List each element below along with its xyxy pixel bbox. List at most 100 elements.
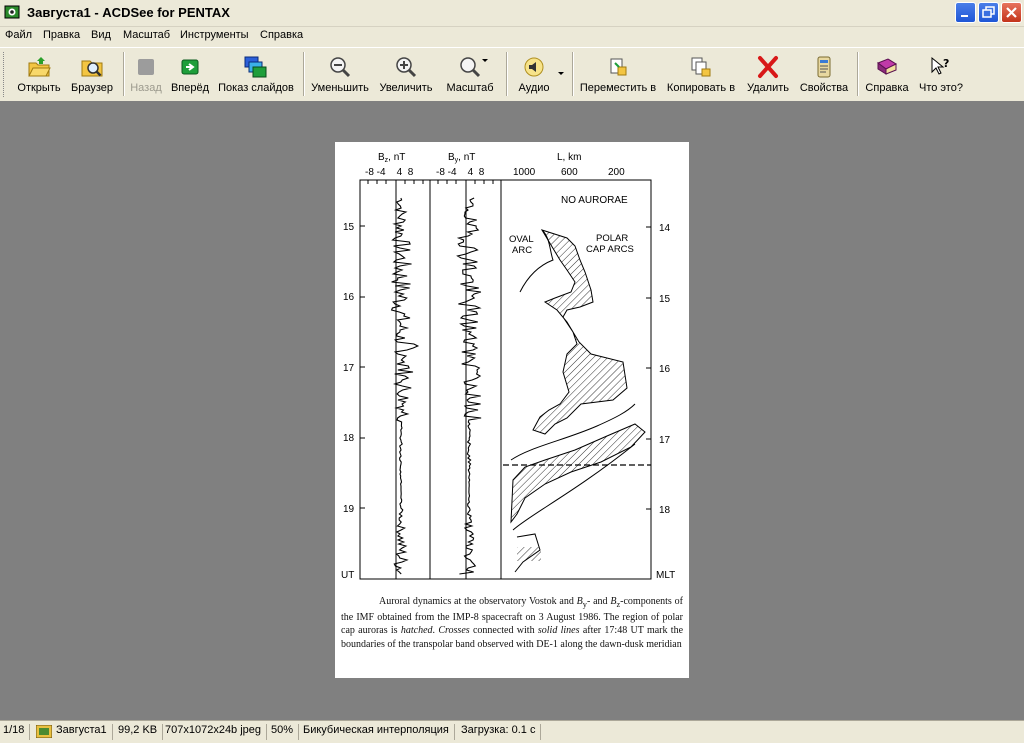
zoom-in-icon (396, 57, 417, 78)
delete-button[interactable]: Удалить (742, 50, 794, 98)
ut-tick-labels: 15 16 17 18 19 (343, 222, 355, 515)
close-button[interactable] (1001, 2, 1022, 23)
slideshow-button[interactable]: Показ слайдов (215, 50, 297, 98)
status-load-time: Загрузка: 0.1 с (461, 724, 542, 740)
slideshow-label: Показ слайдов (218, 82, 294, 94)
forward-arrow-icon (181, 59, 199, 75)
l-axis-title: L, km (557, 152, 581, 163)
polar-cap-label-2: CAP ARCS (586, 244, 634, 255)
forward-button[interactable]: Вперёд (168, 50, 212, 98)
image-viewer[interactable]: Bz, nT By, nT L, km -8 -4 4 8 -8 -4 4 8 … (0, 101, 1024, 720)
menu-edit[interactable]: Правка (43, 29, 80, 41)
ut-tick-15: 15 (343, 222, 355, 233)
menu-view[interactable]: Вид (91, 29, 111, 41)
zoom-out-button[interactable]: Уменьшить (308, 50, 372, 98)
l-tick-1000: 1000 (513, 167, 536, 178)
auroral-figure: Bz, nT By, nT L, km -8 -4 4 8 -8 -4 4 8 … (341, 152, 675, 581)
toolbar-grip[interactable] (3, 52, 7, 97)
back-button[interactable]: Назад (127, 50, 165, 98)
delete-x-icon (758, 56, 778, 78)
no-aurorae-label: NO AURORAE (561, 195, 628, 206)
restore-button[interactable] (978, 2, 999, 23)
status-file-size: 99,2 KB (118, 724, 164, 740)
browser-label: Браузер (71, 82, 113, 94)
whats-this-label: Что это? (919, 82, 963, 94)
properties-label: Свойства (799, 82, 849, 94)
close-icon (1006, 7, 1017, 18)
copy-to-label: Копировать в (666, 82, 736, 94)
scanned-figure-page: Bz, nT By, nT L, km -8 -4 4 8 -8 -4 4 8 … (335, 142, 689, 678)
audio-button[interactable]: Аудио (512, 50, 556, 98)
status-interpolation: Бикубическая интерполяция (303, 724, 455, 740)
forward-label: Вперёд (170, 82, 210, 94)
back-label: Назад (130, 82, 162, 94)
speaker-icon (524, 57, 544, 77)
minimize-button[interactable] (955, 2, 976, 23)
audio-dropdown-icon[interactable] (558, 72, 564, 76)
menu-tools[interactable]: Инструменты (180, 29, 249, 41)
ut-tick-16: 16 (343, 292, 355, 303)
ut-axis-label: UT (341, 570, 354, 581)
l-tick-600: 600 (561, 167, 578, 178)
zoom-in-label: Увеличить (379, 82, 433, 94)
mlt-tick-15: 15 (659, 294, 671, 305)
move-to-button[interactable]: Переместить в (578, 50, 658, 98)
mlt-axis-label: MLT (656, 570, 675, 581)
minimize-icon (961, 15, 968, 17)
help-book-icon (876, 58, 898, 75)
zoom-label: Масштаб (446, 82, 494, 94)
properties-icon (817, 56, 831, 78)
jpeg-file-icon (36, 725, 52, 738)
l-tick-200: 200 (608, 167, 625, 178)
ut-tick-18: 18 (343, 433, 355, 444)
oval-arc-label-2: ARC (512, 245, 532, 256)
slideshow-icon (244, 56, 267, 78)
zoom-out-icon (330, 57, 351, 78)
move-to-label: Переместить в (579, 82, 657, 94)
copy-to-icon (691, 57, 711, 77)
toolbar-separator (857, 52, 859, 96)
delete-label: Удалить (747, 82, 789, 94)
toolbar: Открыть Браузер Назад Вперёд Показ слайд… (0, 47, 1024, 102)
help-button[interactable]: Справка (862, 50, 912, 98)
properties-button[interactable]: Свойства (797, 50, 851, 98)
browser-button[interactable]: Браузер (68, 50, 116, 98)
menu-help[interactable]: Справка (260, 29, 303, 41)
ut-tick-17: 17 (343, 363, 355, 374)
status-dimensions: 707x1072x24b jpeg (165, 724, 268, 740)
menu-bar: Файл Правка Вид Масштаб Инструменты Спра… (0, 27, 1024, 46)
open-label: Открыть (17, 82, 61, 94)
status-bar: 1/18 Завгуста1 99,2 KB 707x1072x24b jpeg… (0, 720, 1024, 743)
window-title: Завгуста1 - ACDSee for PENTAX (27, 5, 230, 20)
back-arrow-icon (138, 59, 154, 75)
toolbar-separator (506, 52, 508, 96)
by-axis-title: By, nT (448, 152, 475, 164)
toolbar-separator (123, 52, 125, 96)
polar-cap-label: POLAR (596, 233, 628, 244)
toolbar-separator (303, 52, 305, 96)
whats-this-icon: ? (931, 56, 949, 75)
open-button[interactable]: Открыть (12, 50, 66, 98)
mlt-tick-18: 18 (659, 505, 671, 516)
bz-tick-labels: -8 -4 4 8 (365, 167, 414, 178)
dropdown-arrow-icon (482, 59, 488, 62)
copy-to-button[interactable]: Копировать в (662, 50, 740, 98)
figure-caption: Auroral dynamics at the observatory Vost… (341, 596, 684, 650)
menu-file[interactable]: Файл (5, 29, 32, 41)
browser-icon (81, 60, 103, 77)
lower-hatched-patch (517, 547, 541, 561)
restore-icon (982, 6, 995, 18)
open-folder-icon (28, 57, 51, 77)
zoom-menu-button[interactable]: Масштаб (441, 50, 499, 98)
zoom-in-button[interactable]: Увеличить (375, 50, 437, 98)
bz-axis-title: Bz, nT (378, 152, 405, 164)
audio-label: Аудио (518, 82, 550, 94)
by-tick-labels: -8 -4 4 8 (436, 167, 485, 178)
polar-cap-hatched-region (532, 229, 628, 435)
status-image-index: 1/18 (3, 724, 31, 740)
status-filename: Завгуста1 (36, 724, 113, 740)
menu-zoom[interactable]: Масштаб (123, 29, 170, 41)
whats-this-button[interactable]: ? Что это? (915, 50, 967, 98)
mlt-tick-14: 14 (659, 223, 671, 234)
mlt-tick-16: 16 (659, 364, 671, 375)
